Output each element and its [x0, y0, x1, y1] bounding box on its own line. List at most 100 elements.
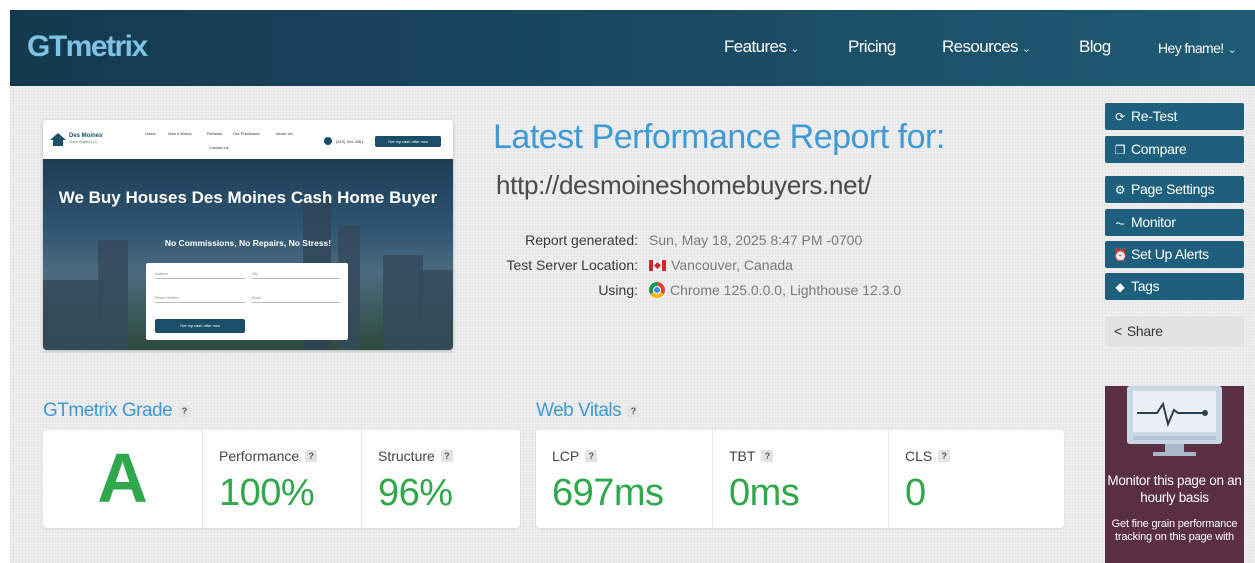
preview-brand-sub: Home Buyers LLC — [69, 140, 98, 144]
using-value: Chrome 125.0.0.0, Lighthouse 12.3.0 — [670, 282, 902, 298]
retest-label: Re-Test — [1131, 108, 1178, 124]
nav-pricing[interactable]: Pricing — [848, 37, 896, 57]
copy-icon: ❐ — [1114, 143, 1126, 157]
top-navigation-bar: GTmetrix Features ⌄ Pricing Resources ⌄ Bl… — [10, 10, 1255, 86]
share-label: Share — [1126, 323, 1163, 339]
grade-letter: A — [97, 439, 148, 517]
nav-features-label: Features — [724, 37, 787, 56]
set-up-alerts-label: Set Up Alerts — [1131, 246, 1209, 262]
house-icon — [50, 133, 66, 140]
performance-value: 100% — [219, 472, 315, 514]
gtmetrix-grade-heading: GTmetrix Grade? — [43, 400, 191, 422]
share-button[interactable]: < Share — [1105, 317, 1244, 346]
tbt-label: TBT? — [729, 448, 774, 464]
page: GTmetrix Features ⌄ Pricing Resources ⌄ Bl… — [10, 10, 1255, 563]
server-location-value: Vancouver, Canada — [671, 257, 793, 273]
monitor-screen-icon — [1127, 386, 1222, 456]
gtmetrix-grade-heading-label: GTmetrix Grade — [43, 400, 173, 421]
nav-user-menu[interactable]: Hey fname! ⌄ — [1158, 40, 1237, 56]
report-title: Latest Performance Report for: — [493, 118, 945, 156]
performance-score: Performance? 100% — [202, 430, 361, 528]
preview-subheadline: No Commissions, No Repairs, No Stress! — [164, 238, 332, 248]
nav-resources-label: Resources — [942, 37, 1018, 56]
page-screenshot-preview[interactable]: Des Moines Home Buyers LLC Home How it W… — [43, 120, 453, 350]
tbt-metric: TBT? 0ms — [712, 430, 888, 528]
preview-brand-name: Des Moines — [69, 133, 103, 139]
meta-label-using: Using: — [598, 282, 638, 298]
report-url[interactable]: http://desmoineshomebuyers.net/ — [496, 170, 871, 201]
preview-link: Our Purchases — [233, 131, 260, 136]
nav-features[interactable]: Features ⌄ — [724, 37, 799, 57]
web-vitals-card: LCP? 697ms TBT? 0ms CLS? 0 — [536, 430, 1064, 528]
help-icon[interactable]: ? — [305, 450, 318, 462]
meta-label-report-generated: Report generated: — [525, 232, 638, 248]
monitor-button[interactable]: ⏦ Monitor — [1105, 209, 1244, 236]
lcp-metric: LCP? 697ms — [536, 430, 712, 528]
structure-label: Structure? — [378, 448, 453, 464]
monitor-label: Monitor — [1131, 214, 1176, 230]
preview-phone: (515) 344-4361 — [336, 139, 364, 144]
preview-phone-field: Phone Number — [155, 293, 245, 303]
cls-value: 0 — [905, 472, 926, 514]
preview-submit-button: Get my cash offer now — [155, 319, 245, 333]
refresh-icon: ⟳ — [1115, 110, 1125, 124]
performance-label: Performance? — [219, 448, 318, 464]
web-vitals-heading-label: Web Vitals — [536, 400, 622, 421]
preview-link: How it Works — [168, 131, 192, 136]
preview-lead-form: Address City Phone Number Email Get my c… — [146, 263, 348, 340]
preview-link: Home — [145, 131, 156, 136]
chevron-down-icon: ⌄ — [1021, 43, 1031, 55]
preview-city-field: City — [252, 269, 340, 279]
gear-icon: ⚙ — [1114, 183, 1126, 197]
tags-label: Tags — [1131, 278, 1160, 294]
preview-link: About Us — [276, 131, 293, 136]
help-icon[interactable]: ? — [761, 450, 774, 462]
structure-score: Structure? 96% — [361, 430, 520, 528]
canada-flag-icon — [649, 260, 666, 271]
phone-icon — [324, 137, 332, 145]
preview-hero: We Buy Houses Des Moines Cash Home Buyer… — [43, 159, 453, 350]
preview-link: Reviews — [207, 131, 223, 136]
gtmetrix-grade-card: A Performance? 100% Structure? 96% — [43, 430, 520, 528]
nav-blog[interactable]: Blog — [1079, 37, 1111, 57]
meta-server-location: Vancouver, Canada — [649, 257, 793, 273]
web-vitals-heading: Web Vitals? — [536, 400, 640, 422]
help-icon[interactable]: ? — [178, 405, 191, 417]
help-icon[interactable]: ? — [440, 450, 453, 462]
tags-button[interactable]: ◆ Tags — [1105, 273, 1244, 300]
meta-using: Chrome 125.0.0.0, Lighthouse 12.3.0 — [649, 282, 901, 298]
chevron-down-icon: ⌄ — [790, 43, 799, 55]
help-icon[interactable]: ? — [585, 450, 598, 462]
user-greeting: Hey fname! — [1158, 40, 1224, 56]
lcp-value: 697ms — [552, 472, 664, 514]
meta-report-generated: Sun, May 18, 2025 8:47 PM -0700 — [649, 232, 863, 248]
lcp-label: LCP? — [552, 448, 598, 464]
page-settings-button[interactable]: ⚙ Page Settings — [1105, 176, 1244, 203]
tag-icon: ◆ — [1115, 280, 1125, 294]
preview-email-field: Email — [252, 293, 340, 303]
promo-body: Get fine grain performance tracking on t… — [1111, 518, 1238, 543]
tbt-value: 0ms — [729, 472, 800, 514]
compare-button[interactable]: ❐ Compare — [1105, 136, 1244, 163]
help-icon[interactable]: ? — [627, 405, 640, 417]
share-icon: < — [1114, 323, 1122, 339]
page-settings-label: Page Settings — [1131, 181, 1215, 197]
set-up-alerts-button[interactable]: ⏰ Set Up Alerts — [1105, 241, 1244, 268]
promo-title: Monitor this page on an hourly basis — [1107, 473, 1242, 505]
chrome-icon — [649, 282, 665, 298]
gtmetrix-logo[interactable]: GTmetrix — [27, 30, 148, 64]
preview-address-field: Address — [155, 269, 245, 279]
meta-label-server-location: Test Server Location: — [506, 257, 638, 273]
pulse-icon: ⏦ — [1115, 216, 1125, 230]
help-icon[interactable]: ? — [938, 450, 951, 462]
preview-cta-button: Get my cash offer now — [375, 136, 441, 147]
preview-site-header: Des Moines Home Buyers LLC Home How it W… — [43, 120, 453, 159]
nav-pricing-label: Pricing — [848, 37, 896, 56]
nav-resources[interactable]: Resources ⌄ — [942, 37, 1031, 57]
monitor-promo-panel[interactable]: Monitor this page on an hourly basis Get… — [1105, 386, 1244, 563]
alarm-icon: ⏰ — [1113, 248, 1128, 262]
chevron-down-icon: ⌄ — [1227, 44, 1237, 56]
structure-value: 96% — [378, 472, 453, 514]
retest-button[interactable]: ⟳ Re-Test — [1105, 103, 1244, 130]
preview-headline: We Buy Houses Des Moines Cash Home Buyer — [58, 188, 438, 207]
